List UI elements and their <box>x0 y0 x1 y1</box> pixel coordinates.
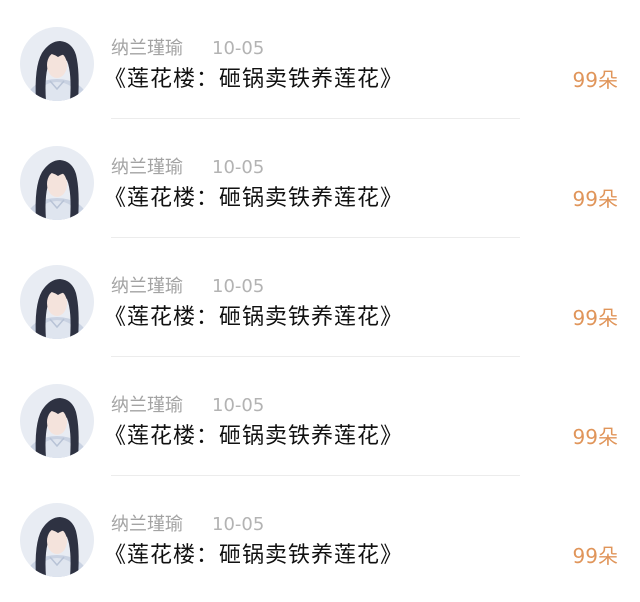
gift-count: 99朵 <box>572 425 618 449</box>
avatar[interactable] <box>20 384 94 458</box>
username[interactable]: 纳兰瑾瑜 <box>111 157 183 179</box>
list-item[interactable]: 纳兰瑾瑜 10-05 《莲花楼：砸锅卖铁养莲花》 99朵 <box>0 238 640 357</box>
character-avatar-icon <box>20 265 94 339</box>
gift-count: 99朵 <box>572 187 618 211</box>
avatar[interactable] <box>20 27 94 101</box>
timestamp: 10-05 <box>212 395 265 416</box>
avatar[interactable] <box>20 265 94 339</box>
gift-title: 《莲花楼：砸锅卖铁养莲花》 <box>104 186 404 211</box>
list-item[interactable]: 纳兰瑾瑜 10-05 《莲花楼：砸锅卖铁养莲花》 99朵 <box>0 119 640 238</box>
gift-title: 《莲花楼：砸锅卖铁养莲花》 <box>104 543 404 568</box>
list-item[interactable]: 纳兰瑾瑜 10-05 《莲花楼：砸锅卖铁养莲花》 99朵 <box>0 0 640 119</box>
gift-list: 纳兰瑾瑜 10-05 《莲花楼：砸锅卖铁养莲花》 99朵 纳兰瑾瑜 10-05 … <box>0 0 640 602</box>
username[interactable]: 纳兰瑾瑜 <box>111 276 183 298</box>
character-avatar-icon <box>20 384 94 458</box>
gift-title: 《莲花楼：砸锅卖铁养莲花》 <box>104 67 404 92</box>
username[interactable]: 纳兰瑾瑜 <box>111 395 183 417</box>
avatar[interactable] <box>20 503 94 577</box>
username[interactable]: 纳兰瑾瑜 <box>111 38 183 60</box>
character-avatar-icon <box>20 146 94 220</box>
avatar[interactable] <box>20 146 94 220</box>
character-avatar-icon <box>20 27 94 101</box>
timestamp: 10-05 <box>212 157 265 178</box>
gift-count: 99朵 <box>572 544 618 568</box>
timestamp: 10-05 <box>212 38 265 59</box>
list-item[interactable]: 纳兰瑾瑜 10-05 《莲花楼：砸锅卖铁养莲花》 99朵 <box>0 357 640 476</box>
timestamp: 10-05 <box>212 514 265 535</box>
gift-title: 《莲花楼：砸锅卖铁养莲花》 <box>104 424 404 449</box>
list-item[interactable]: 纳兰瑾瑜 10-05 《莲花楼：砸锅卖铁养莲花》 99朵 <box>0 476 640 595</box>
gift-count: 99朵 <box>572 306 618 330</box>
gift-title: 《莲花楼：砸锅卖铁养莲花》 <box>104 305 404 330</box>
character-avatar-icon <box>20 503 94 577</box>
gift-count: 99朵 <box>572 68 618 92</box>
username[interactable]: 纳兰瑾瑜 <box>111 514 183 536</box>
timestamp: 10-05 <box>212 276 265 297</box>
